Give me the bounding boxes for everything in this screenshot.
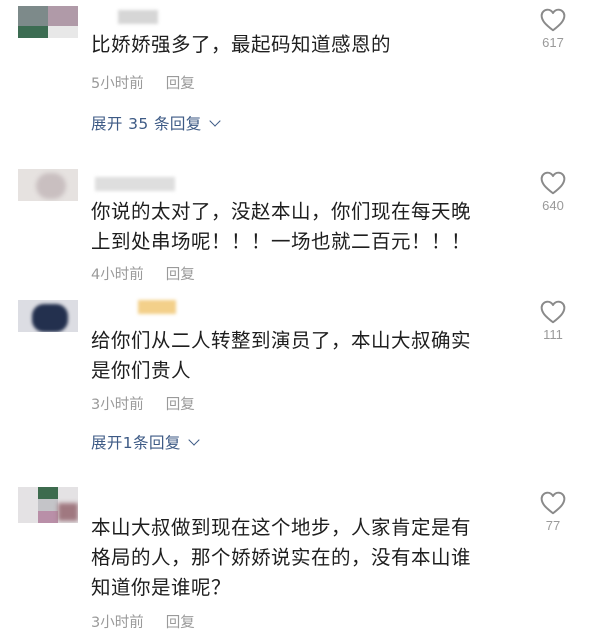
comment-meta: 5小时前 回复	[91, 72, 195, 93]
comment-text: 本山大叔做到现在这个地步，人家肯定是有 格局的人，那个娇娇说实在的，没有本山谁 …	[91, 513, 511, 603]
comment-text: 你说的太对了，没赵本山，你们现在每天晚 上到处串场呢！！！一场也就二百元！！！	[91, 197, 511, 257]
reply-button[interactable]: 回复	[166, 76, 195, 92]
comment-text-line: 给你们从二人转整到演员了，本山大叔确实	[91, 329, 472, 352]
comment-meta: 3小时前 回复	[91, 393, 195, 414]
like-button[interactable]: 111	[533, 300, 573, 342]
heart-outline-icon	[540, 300, 566, 324]
username-blurred[interactable]	[95, 177, 175, 191]
timestamp: 5小时前	[91, 76, 144, 92]
heart-outline-icon	[540, 491, 566, 515]
expand-replies-label: 展开1条回复	[91, 434, 181, 452]
comment-item: 比娇娇强多了，最起码知道感恩的 5小时前 回复 展开 35 条回复 617	[0, 0, 591, 140]
expand-replies-link[interactable]: 展开1条回复	[91, 431, 200, 453]
comment-meta: 4小时前 回复	[91, 263, 195, 284]
avatar[interactable]	[18, 300, 78, 332]
avatar[interactable]	[18, 6, 78, 38]
like-count: 617	[542, 35, 564, 50]
username-blurred[interactable]	[118, 10, 158, 24]
comment-item: 给你们从二人转整到演员了，本山大叔确实 是你们贵人 3小时前 回复 展开1条回复 …	[0, 296, 591, 461]
heart-outline-icon	[540, 8, 566, 32]
avatar[interactable]	[18, 487, 78, 523]
chevron-down-icon	[209, 115, 221, 127]
comment-item: 本山大叔做到现在这个地步，人家肯定是有 格局的人，那个娇娇说实在的，没有本山谁 …	[0, 485, 591, 640]
heart-outline-icon	[540, 171, 566, 195]
comment-text-line: 格局的人，那个娇娇说实在的，没有本山谁	[91, 546, 472, 569]
comment-text-line: 知道你是谁呢？	[91, 576, 232, 599]
reply-button[interactable]: 回复	[166, 267, 195, 283]
username-blurred[interactable]	[138, 300, 176, 314]
comment-text-line: 你说的太对了，没赵本山，你们现在每天晚	[91, 200, 472, 223]
comment-item: 你说的太对了，没赵本山，你们现在每天晚 上到处串场呢！！！一场也就二百元！！！ …	[0, 165, 591, 290]
comment-text-line: 本山大叔做到现在这个地步，人家肯定是有	[91, 516, 472, 539]
avatar[interactable]	[18, 169, 78, 201]
timestamp: 3小时前	[91, 615, 144, 631]
comment-text: 给你们从二人转整到演员了，本山大叔确实 是你们贵人	[91, 326, 511, 386]
reply-button[interactable]: 回复	[166, 397, 195, 413]
like-button[interactable]: 77	[533, 491, 573, 533]
chevron-down-icon	[188, 434, 200, 446]
timestamp: 4小时前	[91, 267, 144, 283]
comment-text-line: 是你们贵人	[91, 359, 192, 382]
timestamp: 3小时前	[91, 397, 144, 413]
expand-replies-link[interactable]: 展开 35 条回复	[91, 112, 221, 134]
like-count: 640	[542, 198, 564, 213]
reply-button[interactable]: 回复	[166, 615, 195, 631]
like-count: 77	[545, 518, 561, 533]
expand-replies-label: 展开 35 条回复	[91, 115, 202, 133]
like-button[interactable]: 617	[533, 8, 573, 50]
comment-text-line: 上到处串场呢！！！一场也就二百元！！！	[91, 230, 472, 253]
comment-meta: 3小时前 回复	[91, 611, 195, 632]
like-count: 111	[543, 327, 563, 342]
like-button[interactable]: 640	[533, 171, 573, 213]
comment-text: 比娇娇强多了，最起码知道感恩的	[91, 33, 392, 56]
